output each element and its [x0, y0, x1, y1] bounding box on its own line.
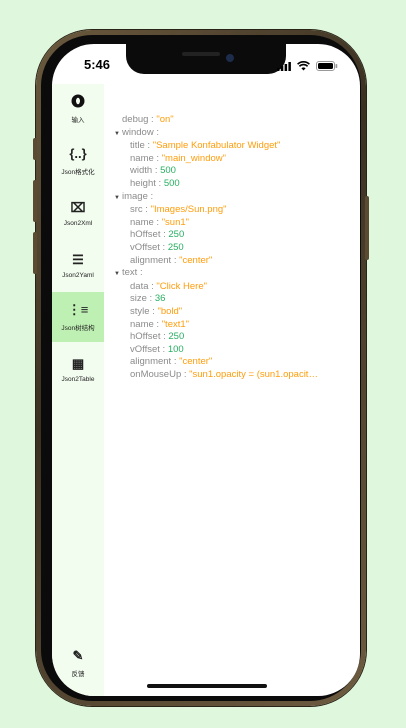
feedback-icon: ✎ [72, 648, 84, 663]
xml-icon: ⌧ [70, 199, 86, 215]
tree-node: title : "Sample Konfabulator Widget" [130, 140, 281, 152]
tree-value: 500 [160, 165, 176, 177]
sidebar-item-input[interactable]: 输入 [52, 84, 104, 134]
sidebar-item-json-tree[interactable]: ⋮≡ Json树结构 [52, 292, 104, 342]
wifi-icon [297, 58, 310, 76]
tree-node: hOffset : 250 [130, 229, 185, 241]
tree-value: 100 [167, 343, 184, 355]
tree-value: "main_window" [161, 152, 226, 164]
sidebar-item-label: 输入 [71, 117, 85, 124]
camera [226, 54, 234, 62]
tree-node: debug : "on" [122, 114, 174, 125]
sidebar-item-label: Json格式化 [61, 169, 95, 176]
tree-value: "on" [156, 114, 174, 125]
tree-value: "center" [179, 356, 213, 368]
tree-key: image [122, 190, 148, 202]
sidebar: 输入 {..} Json格式化 ⌧ Json2Xml ☰ Json2Yaml ⋮… [52, 84, 104, 696]
tree-node: alignment : "center" [130, 254, 213, 266]
tree-group-image[interactable]: ▼ image : [114, 191, 356, 205]
tree-node: height : 500 [130, 177, 180, 189]
tree-value: 250 [168, 229, 185, 241]
sidebar-item-feedback[interactable]: ✎ 反馈 [52, 638, 104, 688]
tree-node: alignment : "center" [130, 356, 213, 368]
tree-value: "sun1.opacity = (sun1.opacit… [189, 368, 318, 380]
expand-arrow-icon[interactable]: ▼ [114, 268, 122, 281]
tree-group-window[interactable]: ▼ window : [114, 127, 356, 141]
speaker [182, 52, 220, 56]
tree-node: name : "text1" [130, 318, 190, 330]
tree-node: hOffset : 250 [130, 331, 185, 343]
volume-down-button [33, 232, 37, 274]
tree-node: vOffset : 100 [130, 343, 184, 355]
app-screen: 5:46 输入 {..} Json格式化 ⌧ Json2Xml ☰ Json2Y… [52, 44, 360, 696]
tree-node: name : "main_window" [130, 152, 226, 164]
sidebar-item-json2table[interactable]: ▦ Json2Table [52, 344, 104, 394]
home-indicator[interactable] [147, 684, 267, 688]
tree-value: "text1" [161, 318, 190, 330]
tree-value: 36 [154, 293, 166, 305]
tree-value: "center" [179, 254, 213, 266]
sidebar-item-json2xml[interactable]: ⌧ Json2Xml [52, 188, 104, 238]
tree-node: vOffset : 250 [130, 241, 184, 253]
tree-node: name : "sun1" [130, 216, 190, 228]
tree-value: 250 [167, 241, 184, 253]
silent-switch [33, 138, 37, 160]
tree-value: "Sample Konfabulator Widget" [152, 140, 281, 152]
sidebar-item-json2yaml[interactable]: ☰ Json2Yaml [52, 240, 104, 290]
tree-key: debug [122, 114, 149, 125]
battery-icon [316, 58, 338, 76]
tree-value: 250 [168, 331, 185, 343]
tree-node: onMouseUp : "sun1.opacity = (sun1.opacit… [130, 368, 318, 380]
tree-key: window [122, 126, 154, 138]
tree-value: 500 [163, 177, 180, 189]
tree-node: size : 36 [130, 293, 166, 305]
tree-key: text [122, 267, 138, 279]
sidebar-item-json-format[interactable]: {..} Json格式化 [52, 136, 104, 186]
json-tree: debug : "on" ▼ window : title : "Sample K… [114, 114, 356, 381]
tree-node: src : "Images/Sun.png" [130, 204, 227, 216]
tree-icon: ⋮≡ [67, 302, 89, 317]
power-button [365, 196, 369, 260]
notch [126, 44, 286, 74]
circle-icon [71, 94, 85, 110]
tree-node: width : 500 [130, 165, 176, 177]
sidebar-item-label: Json树结构 [61, 325, 95, 332]
sidebar-item-label: Json2Yaml [62, 271, 94, 279]
sidebar-item-label: 反馈 [71, 671, 85, 678]
status-icons [277, 58, 338, 76]
tree-value: "bold" [157, 305, 183, 317]
list-icon: ☰ [72, 251, 84, 267]
tree-value: "Images/Sun.png" [150, 204, 227, 216]
sidebar-item-label: Json2Xml [63, 219, 93, 227]
sidebar-item-label: Json2Table [61, 375, 95, 383]
volume-up-button [33, 180, 37, 222]
tree-node: data : "Click Here" [130, 280, 207, 292]
expand-arrow-icon[interactable]: ▼ [114, 128, 122, 141]
expand-arrow-icon[interactable]: ▼ [114, 192, 122, 205]
tree-node: style : "bold" [130, 305, 183, 317]
signal-icon [277, 58, 291, 76]
status-time: 5:46 [84, 57, 111, 72]
braces-icon: {..} [69, 146, 87, 161]
tree-group-text[interactable]: ▼ text : [114, 267, 356, 281]
table-icon: ▦ [71, 355, 85, 371]
tree-value: "Click Here" [156, 280, 207, 292]
tree-value: "sun1" [161, 216, 190, 228]
